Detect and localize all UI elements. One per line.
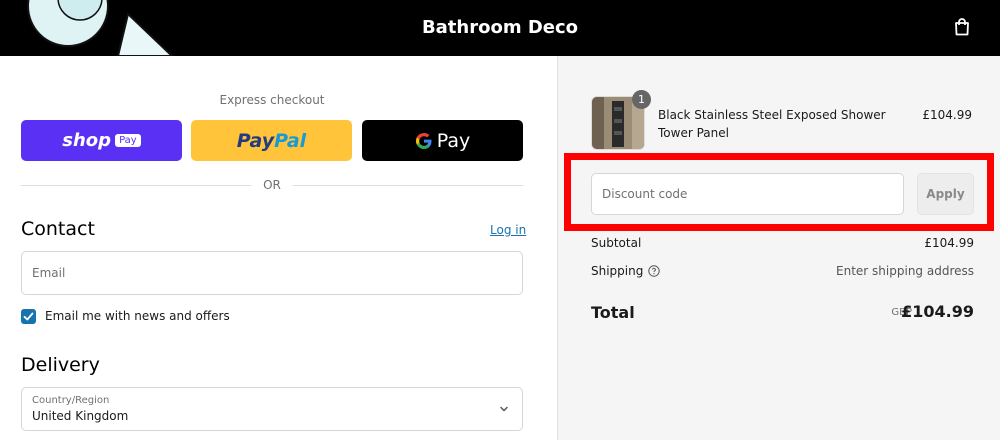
product-name: Black Stainless Steel Exposed Shower Tow… bbox=[658, 108, 886, 140]
delivery-title: Delivery bbox=[21, 354, 100, 376]
discount-code-input[interactable] bbox=[592, 174, 903, 214]
subtotal-row: Subtotal £104.99 bbox=[591, 236, 974, 252]
help-circle-icon[interactable] bbox=[648, 265, 661, 277]
shipping-value: Enter shipping address bbox=[836, 264, 974, 278]
newsletter-option: Email me with news and offers bbox=[21, 308, 230, 324]
shopping-bag-icon[interactable] bbox=[952, 17, 972, 37]
shop-pay-tag: Pay bbox=[115, 134, 141, 147]
store-name[interactable]: Bathroom Deco bbox=[0, 17, 1000, 38]
checkout-form: Express checkout shop Pay PayPal Pay OR … bbox=[0, 56, 557, 440]
store-header: Bathroom Deco bbox=[0, 0, 1000, 56]
discount-field-wrapper bbox=[591, 173, 904, 215]
email-field[interactable] bbox=[22, 252, 522, 294]
newsletter-checkbox[interactable] bbox=[21, 308, 36, 324]
google-g-icon bbox=[415, 132, 432, 149]
paypal-button[interactable]: PayPal bbox=[191, 120, 352, 161]
shop-pay-logo: shop bbox=[62, 130, 112, 151]
shop-pay-button[interactable]: shop Pay bbox=[21, 120, 182, 161]
paypal-logo-dark: Pay bbox=[236, 129, 275, 152]
chevron-down-icon bbox=[500, 406, 508, 412]
divider-line-right bbox=[293, 185, 523, 186]
google-pay-logo: Pay bbox=[415, 129, 471, 152]
newsletter-label: Email me with news and offers bbox=[45, 309, 230, 323]
product-price: £104.99 bbox=[922, 108, 972, 122]
email-field-wrapper bbox=[21, 251, 523, 295]
order-summary: 1 Black Stainless Steel Exposed Shower T… bbox=[557, 56, 1000, 440]
total-row: Total GBP £104.99 bbox=[591, 301, 974, 323]
google-pay-button[interactable]: Pay bbox=[362, 120, 523, 161]
apply-discount-button[interactable]: Apply bbox=[917, 173, 974, 215]
google-pay-label: Pay bbox=[436, 129, 471, 152]
shipping-row: Shipping Enter shipping address bbox=[591, 264, 974, 280]
total-label: Total bbox=[591, 303, 635, 322]
country-select[interactable]: Country/Region United Kingdom bbox=[21, 387, 523, 431]
contact-title: Contact bbox=[21, 218, 95, 240]
shipping-label: Shipping bbox=[591, 264, 644, 278]
quantity-badge: 1 bbox=[632, 90, 651, 109]
country-label: Country/Region bbox=[32, 395, 110, 406]
country-value: United Kingdom bbox=[32, 409, 129, 423]
log-in-link[interactable]: Log in bbox=[490, 223, 526, 237]
subtotal-value: £104.99 bbox=[924, 236, 974, 250]
shipping-label-group: Shipping bbox=[591, 264, 661, 278]
subtotal-label: Subtotal bbox=[591, 236, 642, 250]
checkmark-icon bbox=[23, 312, 34, 320]
or-divider: OR bbox=[21, 176, 523, 194]
paypal-logo: PayPal bbox=[237, 130, 306, 152]
total-value: £104.99 bbox=[901, 302, 974, 321]
express-checkout-title: Express checkout bbox=[219, 93, 325, 107]
paypal-logo-light: Pal bbox=[274, 129, 307, 152]
